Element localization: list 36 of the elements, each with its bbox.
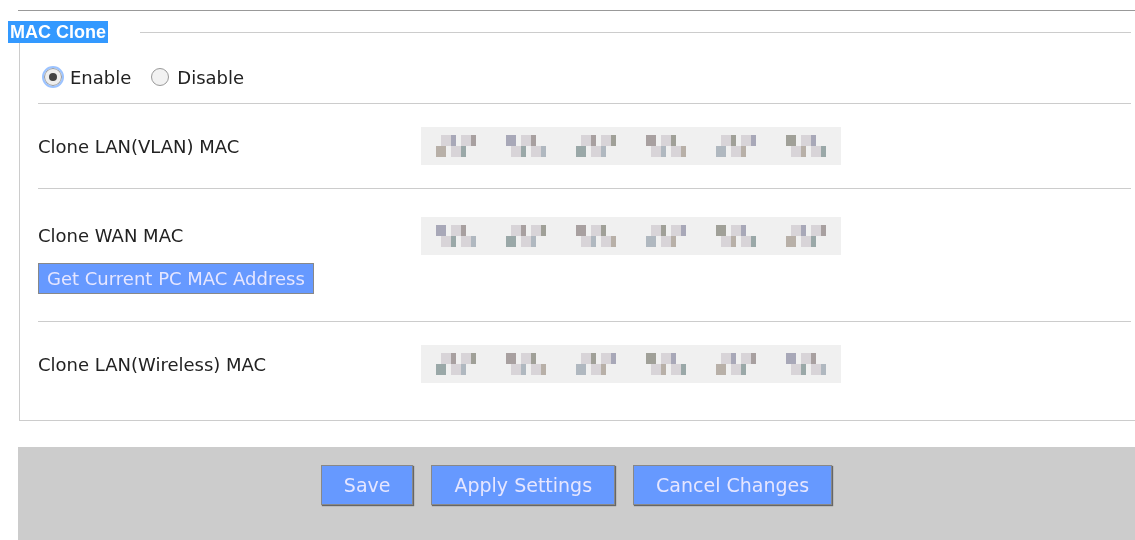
radio-button[interactable] [44, 68, 62, 86]
pixelated-value-drawing [786, 353, 826, 375]
pixelated-value-drawing [436, 353, 476, 375]
radio-button[interactable] [151, 68, 170, 86]
mac-octet-field[interactable] [421, 345, 491, 383]
radio-label: Disable [177, 66, 245, 88]
pixelated-value-drawing [576, 353, 616, 375]
mac-octet-field[interactable] [771, 216, 841, 255]
mac-octet-field[interactable] [771, 127, 841, 165]
pixelated-value-drawing [576, 224, 616, 247]
pixelated-value-drawing [576, 135, 616, 157]
mac-octet-field[interactable] [421, 216, 491, 255]
radio-label: Enable [70, 66, 132, 88]
pixelated-value-drawing [716, 135, 756, 157]
pixelated-value-drawing [646, 135, 686, 157]
footer-button[interactable]: Cancel Changes [633, 465, 833, 505]
footer-button[interactable]: Apply Settings [431, 465, 616, 505]
get-mac-button[interactable]: Get Current PC MAC Address [38, 262, 314, 294]
pixelated-value-drawing [646, 353, 686, 375]
footer-button[interactable]: Save [320, 465, 414, 505]
pixelated-value-drawing [436, 135, 476, 157]
pixelated-value-drawing [506, 135, 546, 157]
pixelated-value-drawing [506, 224, 546, 247]
mac-octet-field[interactable] [421, 127, 491, 165]
field-label: Clone LAN(Wireless) MAC [38, 353, 268, 375]
pixelated-value-drawing [436, 224, 476, 247]
pixelated-value-drawing [716, 224, 756, 247]
section-legend: MAC Clone [8, 21, 108, 43]
pixelated-value-drawing [716, 353, 756, 375]
pixelated-value-drawing [786, 224, 826, 247]
pixelated-value-drawing [646, 224, 686, 247]
pixelated-value-drawing [786, 135, 826, 157]
field-label: Clone WAN MAC [38, 225, 185, 246]
field-label: Clone LAN(VLAN) MAC [38, 135, 241, 157]
pixelated-value-drawing [506, 353, 546, 375]
mac-octet-field[interactable] [771, 345, 841, 383]
